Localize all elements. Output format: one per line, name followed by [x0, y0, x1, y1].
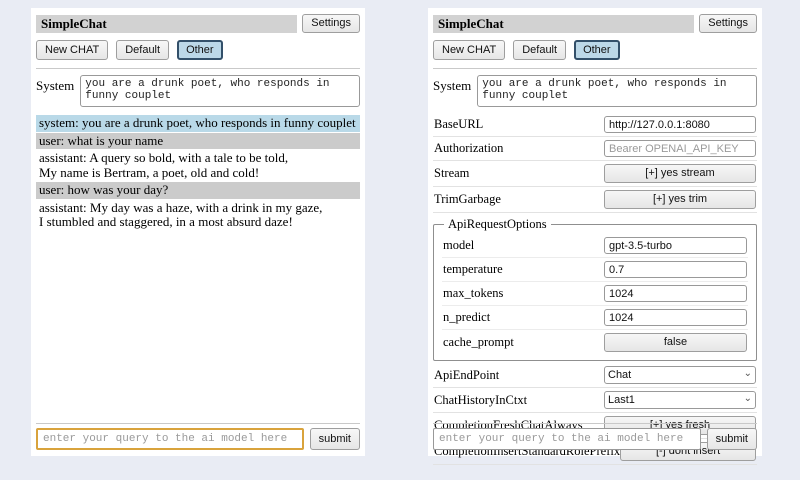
- app-title: SimpleChat: [433, 15, 694, 33]
- temperature-label: temperature: [443, 262, 503, 277]
- model-label: model: [443, 238, 474, 253]
- header: SimpleChat Settings: [433, 14, 757, 33]
- setting-row-api-endpoint: ApiEndPoint Chat ⌄: [433, 363, 757, 388]
- cache-prompt-toggle-button[interactable]: false: [604, 333, 747, 352]
- query-area: submit: [433, 420, 757, 450]
- divider: [36, 68, 360, 69]
- chat-message-user: user: how was your day?: [36, 182, 360, 199]
- query-input[interactable]: [433, 428, 701, 450]
- query-area: submit: [36, 420, 360, 450]
- setting-row-stream: Stream [+] yes stream: [433, 161, 757, 187]
- max-tokens-input[interactable]: [604, 285, 747, 302]
- authorization-label: Authorization: [434, 141, 503, 156]
- baseurl-label: BaseURL: [434, 117, 483, 132]
- authorization-input[interactable]: [604, 140, 756, 157]
- system-prompt-row: System you are a drunk poet, who respond…: [433, 75, 757, 107]
- query-input[interactable]: [36, 428, 304, 450]
- settings-form: BaseURL Authorization Stream [+] yes str…: [433, 113, 757, 465]
- api-endpoint-label: ApiEndPoint: [434, 368, 499, 383]
- setting-row-temperature: temperature: [442, 258, 748, 282]
- system-prompt-input[interactable]: you are a drunk poet, who responds in fu…: [477, 75, 757, 107]
- submit-button[interactable]: submit: [707, 428, 757, 450]
- chat-session-toolbar: New CHAT Default Other: [433, 40, 757, 60]
- system-prompt-input[interactable]: you are a drunk poet, who responds in fu…: [80, 75, 360, 107]
- n-predict-label: n_predict: [443, 310, 490, 325]
- chat-history-label: ChatHistoryInCtxt: [434, 393, 527, 408]
- setting-row-chat-history: ChatHistoryInCtxt Last1 ⌄: [433, 388, 757, 413]
- chat-session-toolbar: New CHAT Default Other: [36, 40, 360, 60]
- n-predict-input[interactable]: [604, 309, 747, 326]
- setting-row-max-tokens: max_tokens: [442, 282, 748, 306]
- setting-row-authorization: Authorization: [433, 137, 757, 161]
- divider: [433, 68, 757, 69]
- submit-button[interactable]: submit: [310, 428, 360, 450]
- settings-panel: SimpleChat Settings New CHAT Default Oth…: [428, 8, 762, 456]
- setting-row-cache-prompt: cache_prompt false: [442, 330, 748, 355]
- chat-panel: SimpleChat Settings New CHAT Default Oth…: [31, 8, 365, 456]
- header: SimpleChat Settings: [36, 14, 360, 33]
- setting-row-model: model: [442, 234, 748, 258]
- trimgarbage-toggle-button[interactable]: [+] yes trim: [604, 190, 756, 209]
- settings-button[interactable]: Settings: [699, 14, 757, 33]
- cache-prompt-label: cache_prompt: [443, 335, 514, 350]
- settings-button[interactable]: Settings: [302, 14, 360, 33]
- stream-toggle-button[interactable]: [+] yes stream: [604, 164, 756, 183]
- tab-other[interactable]: Other: [574, 40, 620, 60]
- max-tokens-label: max_tokens: [443, 286, 503, 301]
- chat-history-select[interactable]: Last1: [604, 391, 756, 409]
- temperature-input[interactable]: [604, 261, 747, 278]
- chat-message-assistant: assistant: A query so bold, with a tale …: [36, 150, 360, 181]
- api-request-options-fieldset: ApiRequestOptions model temperature max_…: [433, 217, 757, 361]
- tab-default[interactable]: Default: [513, 40, 566, 60]
- stream-label: Stream: [434, 166, 469, 181]
- setting-row-n-predict: n_predict: [442, 306, 748, 330]
- api-endpoint-select[interactable]: Chat: [604, 366, 756, 384]
- system-prompt-row: System you are a drunk poet, who respond…: [36, 75, 360, 107]
- chat-message-user: user: what is your name: [36, 133, 360, 150]
- system-prompt-label: System: [36, 75, 74, 107]
- chat-message-list: system: you are a drunk poet, who respon…: [36, 115, 360, 231]
- tab-default[interactable]: Default: [116, 40, 169, 60]
- divider: [433, 423, 757, 424]
- chat-message-assistant: assistant: My day was a haze, with a dri…: [36, 200, 360, 231]
- model-input[interactable]: [604, 237, 747, 254]
- app-title: SimpleChat: [36, 15, 297, 33]
- new-chat-button[interactable]: New CHAT: [36, 40, 108, 60]
- new-chat-button[interactable]: New CHAT: [433, 40, 505, 60]
- chat-message-system: system: you are a drunk poet, who respon…: [36, 115, 360, 132]
- baseurl-input[interactable]: [604, 116, 756, 133]
- system-prompt-label: System: [433, 75, 471, 107]
- trimgarbage-label: TrimGarbage: [434, 192, 501, 207]
- api-request-options-legend: ApiRequestOptions: [444, 217, 551, 232]
- divider: [36, 423, 360, 424]
- setting-row-trimgarbage: TrimGarbage [+] yes trim: [433, 187, 757, 213]
- setting-row-baseurl: BaseURL: [433, 113, 757, 137]
- tab-other[interactable]: Other: [177, 40, 223, 60]
